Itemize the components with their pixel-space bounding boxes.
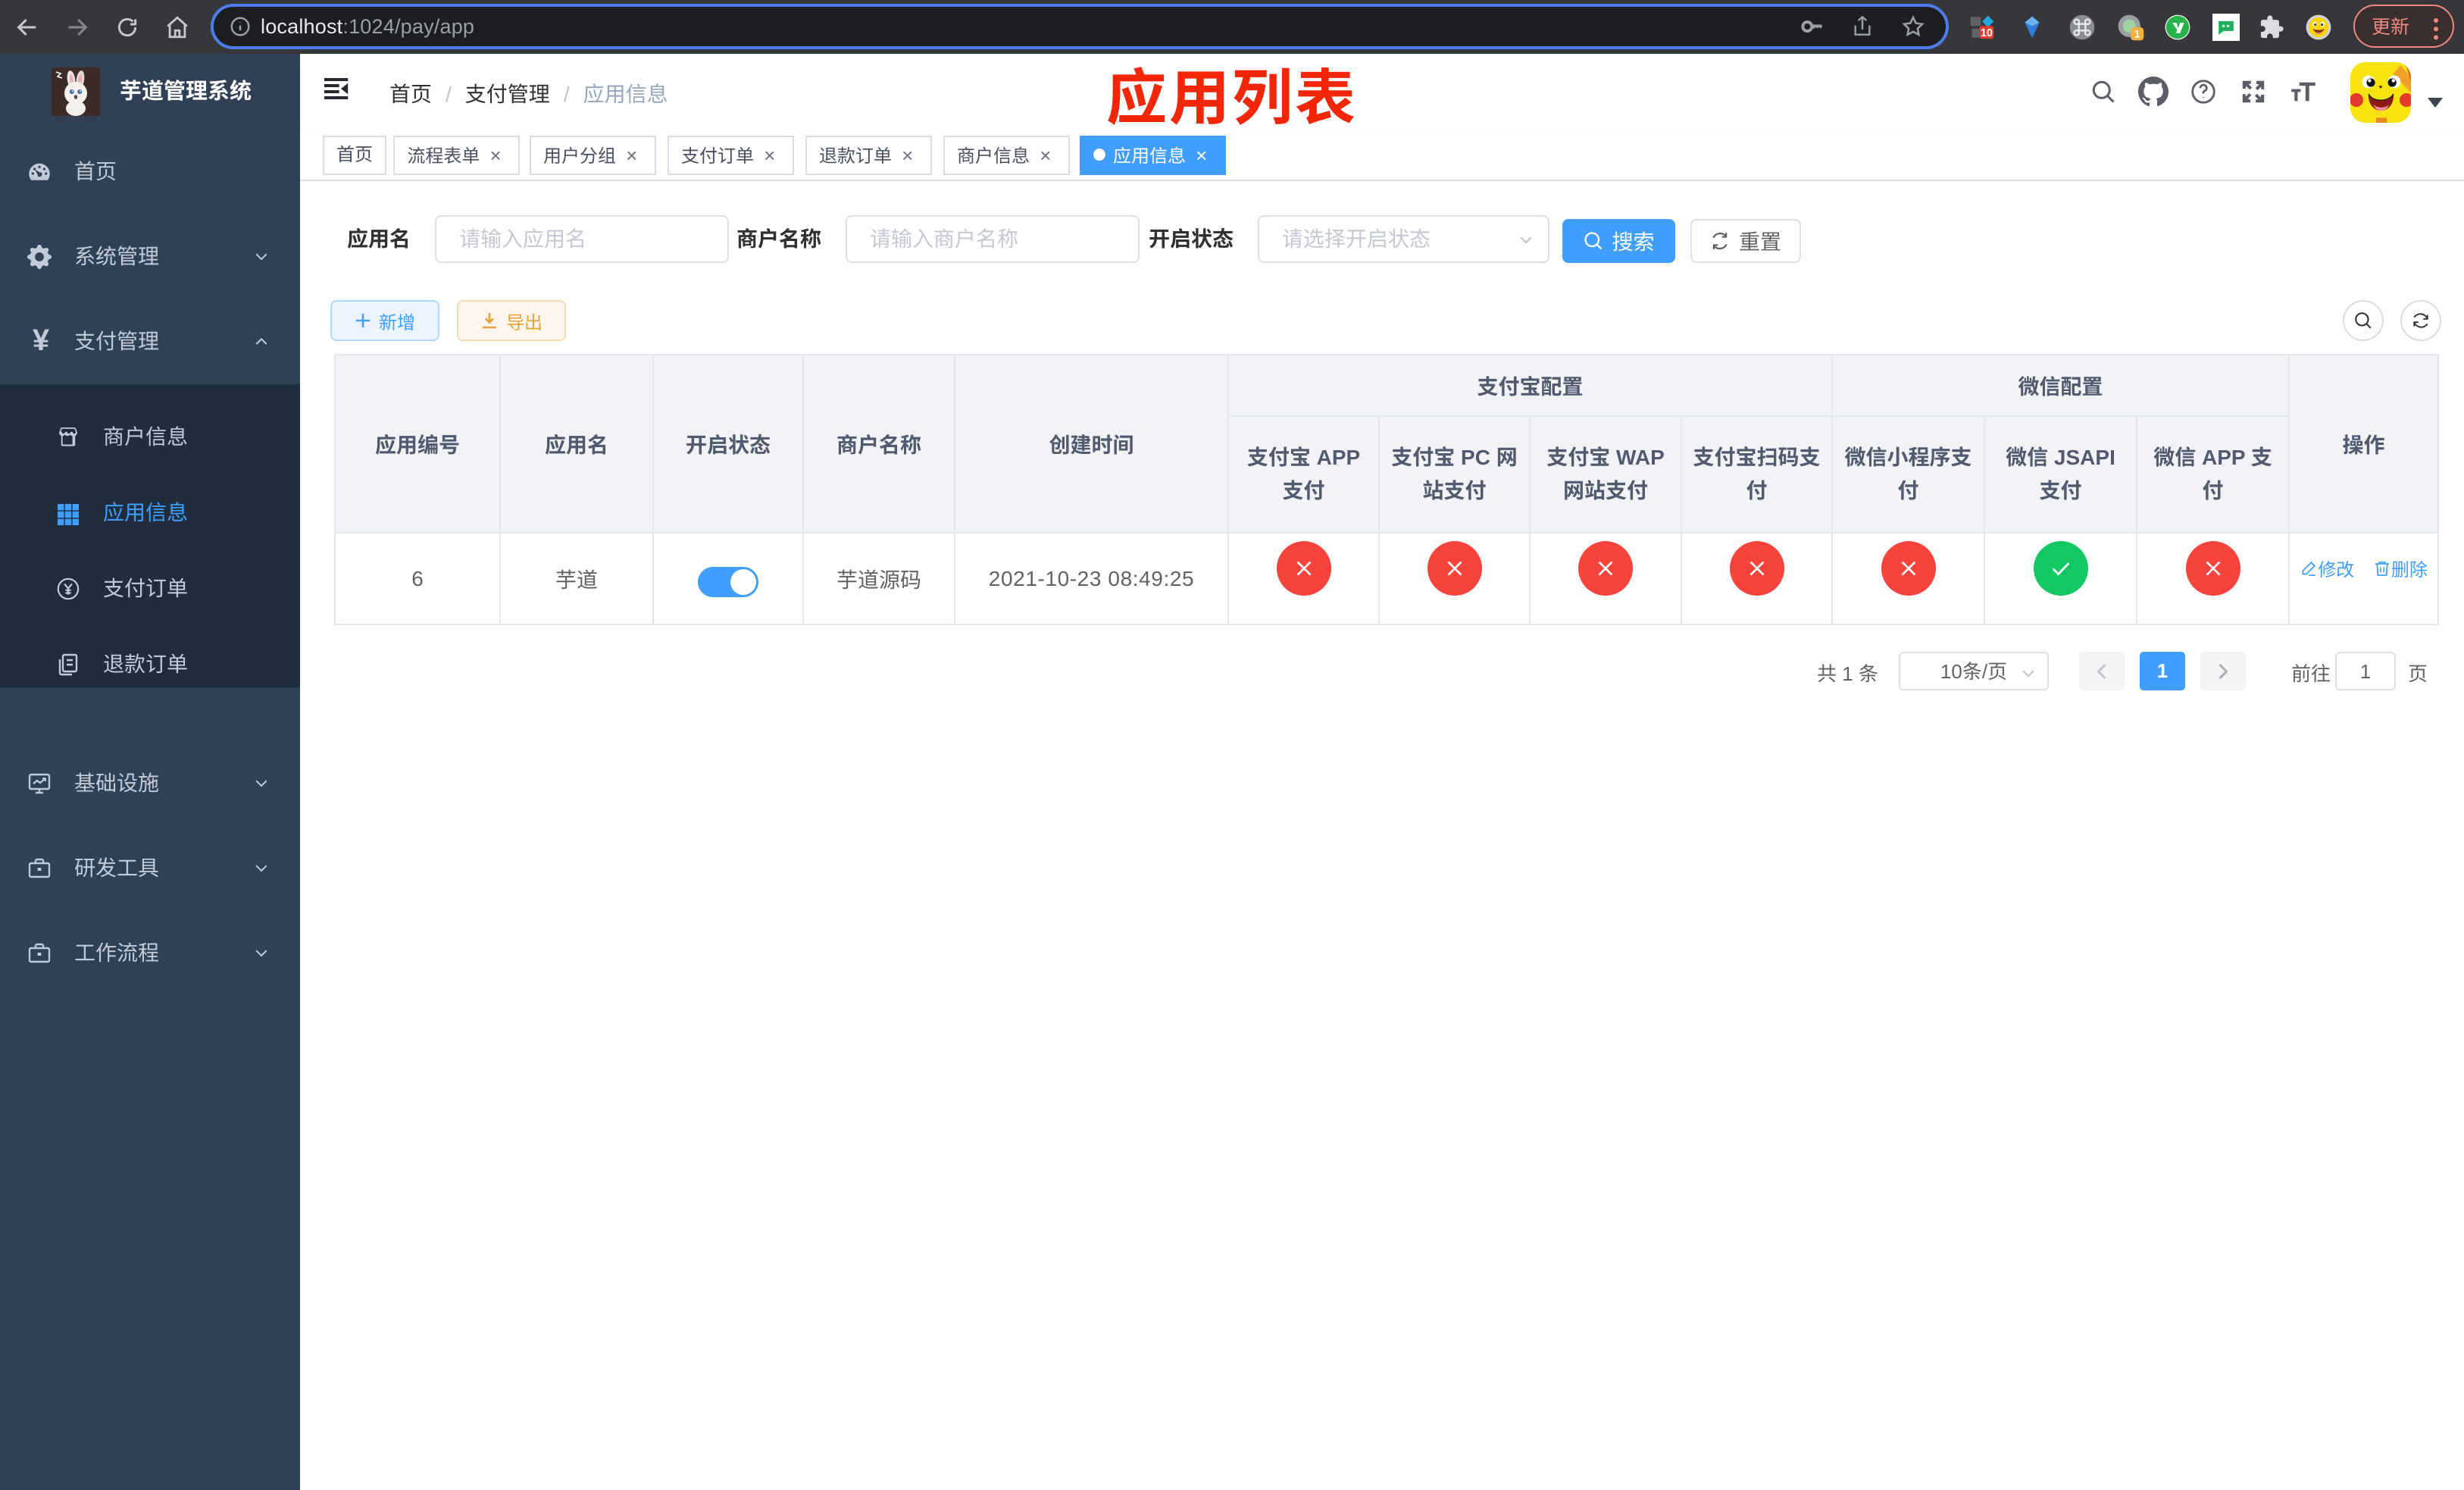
svg-text:10: 10 [1981, 27, 1993, 39]
svg-text:1: 1 [2134, 27, 2140, 39]
